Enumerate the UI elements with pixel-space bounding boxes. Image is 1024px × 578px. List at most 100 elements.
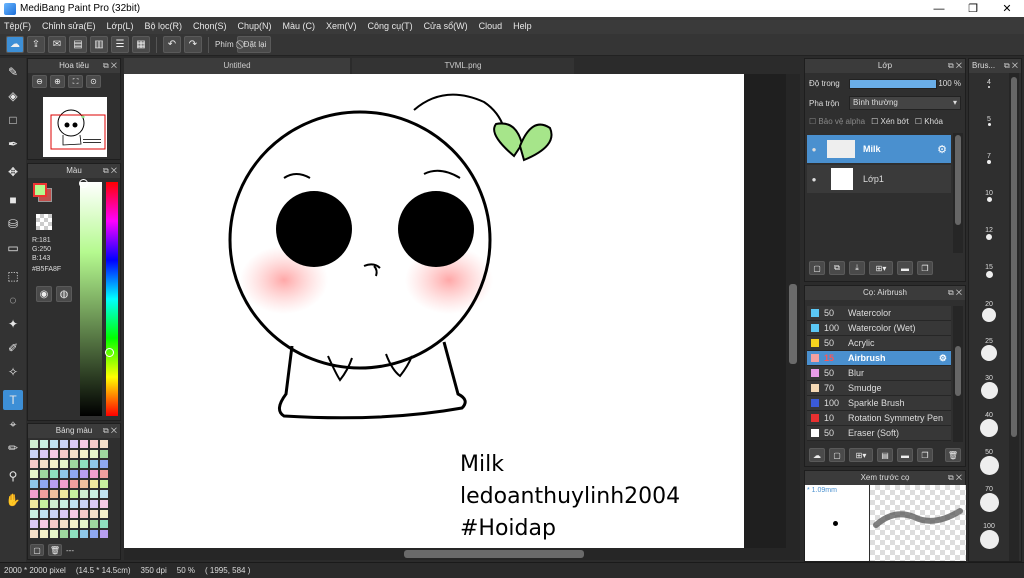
palette-swatch[interactable]	[90, 510, 98, 518]
zoom-reset-icon[interactable]: ⊙	[86, 75, 101, 88]
panel-controls-icon[interactable]: ⧉ ✕	[103, 424, 117, 438]
brush-scroll-thumb[interactable]	[955, 346, 961, 396]
canvas-area[interactable]: Milk ledoanthuylinh2004 #Hoidap	[124, 74, 800, 548]
hue-handle[interactable]	[105, 348, 114, 357]
gear-icon[interactable]: ⚙	[939, 353, 947, 364]
palette-swatch[interactable]	[70, 480, 78, 488]
select-tool-icon[interactable]: ⬚	[3, 266, 23, 286]
palette-swatch[interactable]	[30, 460, 38, 468]
lock-checkbox[interactable]: ☐ Khóa	[915, 117, 943, 126]
palette-grid[interactable]	[30, 440, 110, 538]
brightness-handle[interactable]	[79, 179, 88, 188]
menu-layer[interactable]: Lớp(L)	[107, 21, 134, 31]
transparent-swatch[interactable]	[36, 214, 52, 230]
palette-swatch[interactable]	[90, 520, 98, 528]
brush-size-item[interactable]: 70	[969, 484, 1009, 512]
menu-edit[interactable]: Chỉnh sửa(E)	[42, 21, 96, 31]
palette-swatch[interactable]	[30, 490, 38, 498]
brush-tool-icon[interactable]: ✎	[3, 62, 23, 82]
palette-swatch[interactable]	[50, 440, 58, 448]
copy-brush-icon[interactable]: ❐	[917, 448, 933, 462]
palette-icon[interactable]: ◉	[36, 286, 52, 302]
palette-swatch[interactable]	[50, 510, 58, 518]
divide-tool-icon[interactable]: ✏	[3, 438, 23, 458]
palette-swatch[interactable]	[70, 470, 78, 478]
palette-swatch[interactable]	[40, 440, 48, 448]
palette-swatch[interactable]	[40, 450, 48, 458]
brush-size-item[interactable]: 20	[969, 299, 1009, 322]
palette-swatch[interactable]	[80, 440, 88, 448]
palette-swatch[interactable]	[60, 490, 68, 498]
menu-window[interactable]: Cửa sổ(W)	[424, 21, 468, 31]
list-icon[interactable]: ☰	[111, 36, 129, 53]
brush-folder-icon[interactable]: ▬	[897, 448, 913, 462]
palette-swatch[interactable]	[30, 500, 38, 508]
menu-file[interactable]: Tệp(F)	[4, 21, 31, 31]
delete-palette-icon[interactable]: 🗑	[48, 544, 62, 556]
palette-swatch[interactable]	[70, 500, 78, 508]
palette-swatch[interactable]	[60, 530, 68, 538]
palette-swatch[interactable]	[50, 500, 58, 508]
layer-item-layer1[interactable]: ● Lớp1	[807, 165, 951, 193]
palette-swatch[interactable]	[70, 520, 78, 528]
palette-swatch[interactable]	[100, 460, 108, 468]
panel-controls-icon[interactable]: ⧉ ✕	[103, 164, 117, 178]
menu-cloud[interactable]: Cloud	[479, 21, 503, 31]
brush-size-item[interactable]: 12	[969, 225, 1009, 240]
dot-tool-icon[interactable]: □	[3, 110, 23, 130]
select-pen-icon[interactable]: ✐	[3, 338, 23, 358]
gradient-tool-icon[interactable]: ▭	[3, 238, 23, 258]
palette-swatch[interactable]	[50, 470, 58, 478]
fit-icon[interactable]: ⛶	[68, 75, 83, 88]
undo-icon[interactable]: ↶	[163, 36, 181, 53]
text-tool-icon[interactable]: T	[3, 390, 23, 410]
palette-swatch[interactable]	[60, 480, 68, 488]
tab-untitled[interactable]: Untitled	[124, 58, 350, 74]
brush-size-item[interactable]: 40	[969, 410, 1009, 437]
horizontal-scrollbar[interactable]	[124, 548, 800, 560]
document-icon[interactable]: ▥	[90, 36, 108, 53]
brush-size-item[interactable]: 30	[969, 373, 1009, 399]
brush-item[interactable]: 100 Sparkle Brush	[807, 396, 951, 411]
panel-controls-icon[interactable]: ⧉ ✕	[948, 471, 962, 485]
canvas-paper[interactable]: Milk ledoanthuylinh2004 #Hoidap	[124, 74, 744, 548]
hand-tool-icon[interactable]: ✋	[3, 490, 23, 510]
menu-tools[interactable]: Công cụ(T)	[368, 21, 413, 31]
palette-swatch[interactable]	[40, 520, 48, 528]
zoom-out-icon[interactable]: ⊖	[32, 75, 47, 88]
palette-swatch[interactable]	[100, 510, 108, 518]
delete-brush-icon[interactable]: 🗑	[945, 448, 961, 462]
vertical-scroll-thumb[interactable]	[789, 284, 797, 364]
eyedropper-tool-icon[interactable]: ⚲	[3, 466, 23, 486]
palette-swatch[interactable]	[100, 440, 108, 448]
palette-swatch[interactable]	[80, 530, 88, 538]
palette-swatch[interactable]	[80, 450, 88, 458]
palette-swatch[interactable]	[40, 530, 48, 538]
palette-swatch[interactable]	[40, 470, 48, 478]
palette-swatch[interactable]	[90, 440, 98, 448]
palette-swatch[interactable]	[50, 480, 58, 488]
palette-swatch[interactable]	[80, 470, 88, 478]
add-brush-menu-icon[interactable]: ⊞▾	[849, 448, 873, 462]
menu-select[interactable]: Chọn(S)	[193, 21, 227, 31]
cloud-icon[interactable]: ☁	[6, 36, 24, 53]
palette-swatch[interactable]	[30, 470, 38, 478]
palette-swatch[interactable]	[80, 490, 88, 498]
select-eraser-icon[interactable]: ✧	[3, 362, 23, 382]
lasso-tool-icon[interactable]: ◌	[3, 290, 23, 310]
brush-item[interactable]: 15 Airbrush ⚙	[807, 351, 951, 366]
brush-item[interactable]: 50 Acrylic	[807, 336, 951, 351]
bucket-tool-icon[interactable]: ⛁	[3, 214, 23, 234]
copy-layer-icon[interactable]: ❐	[917, 261, 933, 275]
palette-swatch[interactable]	[100, 500, 108, 508]
palette-swatch[interactable]	[90, 530, 98, 538]
eye-icon[interactable]: ●	[807, 145, 821, 154]
palette-swatch[interactable]	[70, 530, 78, 538]
folder-icon[interactable]: ▬	[897, 261, 913, 275]
palette-swatch[interactable]	[100, 530, 108, 538]
new-palette-icon[interactable]: ▢	[30, 544, 44, 556]
palette-swatch[interactable]	[80, 460, 88, 468]
palette-swatch[interactable]	[90, 500, 98, 508]
palette-swatch[interactable]	[60, 450, 68, 458]
panel-controls-icon[interactable]: ⧉ ✕	[948, 286, 962, 300]
